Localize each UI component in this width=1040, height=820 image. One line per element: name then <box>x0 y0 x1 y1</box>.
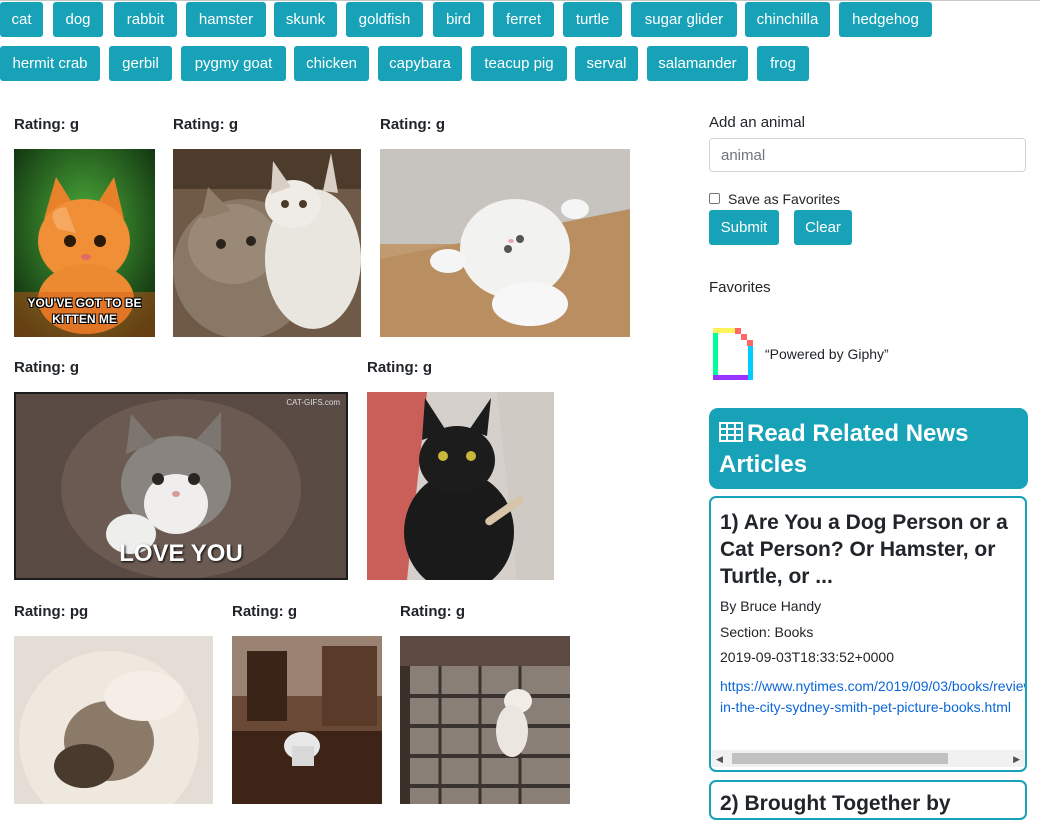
animal-button-serval[interactable]: serval <box>575 46 638 81</box>
animal-button-chicken[interactable]: chicken <box>294 46 369 81</box>
gif-image-cat-on-rug[interactable] <box>400 636 570 804</box>
animal-button-capybara[interactable]: capybara <box>378 46 462 81</box>
save-favorites-checkbox[interactable] <box>709 193 720 204</box>
gif-image-white-cat[interactable] <box>380 149 630 337</box>
favorites-label: Favorites <box>709 279 771 296</box>
giphy-logo-icon <box>713 325 755 381</box>
gif-image-cats-hugging[interactable] <box>173 149 361 337</box>
scrollbar-thumb[interactable] <box>732 753 948 764</box>
gif-image-black-cat[interactable] <box>367 392 554 580</box>
scroll-right-arrow-icon[interactable]: ▶ <box>1013 754 1020 765</box>
gif-rating: Rating: g <box>380 116 445 133</box>
animal-button-goldfish[interactable]: goldfish <box>346 2 423 37</box>
animal-button-frog[interactable]: frog <box>757 46 809 81</box>
gif-overlay-text: LOVE YOU <box>119 540 243 567</box>
animal-button-pygmy-goat[interactable]: pygmy goat <box>181 46 286 81</box>
clear-button[interactable]: Clear <box>794 210 852 245</box>
scroll-left-arrow-icon[interactable]: ◀ <box>716 754 723 765</box>
gif-rating: Rating: g <box>232 603 297 620</box>
animal-button-ferret[interactable]: ferret <box>493 2 554 37</box>
animal-button-rabbit[interactable]: rabbit <box>114 2 177 37</box>
gif-image-kitten[interactable]: YOU'VE GOT TO BE KITTEN ME <box>14 149 155 337</box>
gif-rating: Rating: pg <box>14 603 89 620</box>
animal-button-bird[interactable]: bird <box>433 2 484 37</box>
add-animal-label: Add an animal <box>709 114 805 131</box>
submit-button[interactable]: Submit <box>709 210 779 245</box>
gif-rating: Rating: g <box>400 603 465 620</box>
animal-button-turtle[interactable]: turtle <box>563 2 622 37</box>
animal-button-cat[interactable]: cat <box>0 2 43 37</box>
news-article-section: Section: Books <box>720 624 814 640</box>
news-article-byline: By Bruce Handy <box>720 598 822 614</box>
gif-rating: Rating: g <box>14 359 79 376</box>
animal-button-chinchilla[interactable]: chinchilla <box>745 2 830 37</box>
news-article-link[interactable]: https://www.nytimes.com/2019/09/03/books… <box>720 676 1025 718</box>
news-header-title: Read Related News Articles <box>719 420 969 478</box>
powered-by-giphy: “Powered by Giphy” <box>765 346 889 362</box>
news-article-title: 1) Are You a Dog Person or a Cat Person?… <box>720 511 1008 588</box>
news-header: Read Related News Articles <box>709 408 1028 489</box>
gif-watermark: CAT-GIFS.com <box>286 398 340 407</box>
top-divider <box>0 0 1040 1</box>
gif-rating: Rating: g <box>14 116 79 133</box>
animal-input[interactable] <box>709 138 1026 172</box>
animal-button-dog[interactable]: dog <box>53 2 103 37</box>
gif-overlay-text: YOU'VE GOT TO BE KITTEN ME <box>27 296 142 326</box>
animal-button-hedgehog[interactable]: hedgehog <box>839 2 932 37</box>
animal-button-salamander[interactable]: salamander <box>647 46 748 81</box>
gif-rating: Rating: g <box>367 359 432 376</box>
animal-button-hamster[interactable]: hamster <box>186 2 266 37</box>
animal-button-teacup-pig[interactable]: teacup pig <box>471 46 567 81</box>
animal-button-sugar-glider[interactable]: sugar glider <box>631 2 737 37</box>
news-article-card: 2) Brought Together by <box>709 780 1027 820</box>
animal-button-skunk[interactable]: skunk <box>274 2 337 37</box>
animal-button-gerbil[interactable]: gerbil <box>109 46 172 81</box>
table-icon <box>719 419 743 442</box>
gif-image-cat-on-table[interactable] <box>232 636 382 804</box>
news-article-card: 1) Are You a Dog Person or a Cat Person?… <box>709 496 1027 772</box>
animal-button-hermit-crab[interactable]: hermit crab <box>0 46 100 81</box>
gif-image-fluffy-cat[interactable] <box>14 636 213 804</box>
news-article-date: 2019-09-03T18:33:52+0000 <box>720 649 894 665</box>
horizontal-scrollbar[interactable]: ◀ ▶ <box>712 750 1024 767</box>
gif-rating: Rating: g <box>173 116 238 133</box>
save-favorites-label: Save as Favorites <box>728 191 841 207</box>
gif-image-love-you-cat[interactable]: CAT-GIFS.com LOVE YOU <box>14 392 348 580</box>
